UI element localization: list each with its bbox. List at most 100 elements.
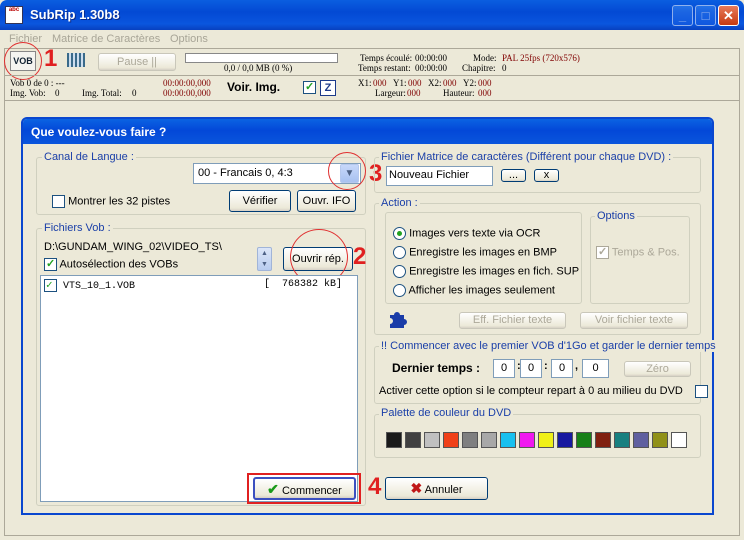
palette-swatch[interactable] xyxy=(424,432,440,448)
vob-spinner[interactable]: ▲ ▼ xyxy=(257,247,272,271)
cross-icon: ✖ xyxy=(410,480,423,496)
annuler-button[interactable]: ✖ Annuler xyxy=(385,477,488,500)
y1-value: 000 xyxy=(408,78,422,88)
palette-swatch[interactable] xyxy=(481,432,497,448)
palette-swatch[interactable] xyxy=(576,432,592,448)
x2-value: 000 xyxy=(443,78,457,88)
options-group xyxy=(590,216,690,304)
mode-value: PAL 25fps (720x576) xyxy=(502,53,580,63)
toolbar-separator-2 xyxy=(4,100,740,101)
img-total-label: Img. Total: xyxy=(82,88,122,98)
action-bmp[interactable]: Enregistre les images en BMP xyxy=(393,246,557,259)
temps-pos-row[interactable]: Temps & Pos. xyxy=(596,245,680,259)
autoselect-label: Autosélection des VOBs xyxy=(59,258,179,271)
menu-matrice[interactable]: Matrice de Caractères xyxy=(52,33,160,45)
annotation-1: 1 xyxy=(44,45,58,72)
commencer-vob-label: !! Commencer avec le premier VOB d'1Go e… xyxy=(379,340,718,352)
largeur-value: 000 xyxy=(407,88,421,98)
canal-selected: 00 - Francais 0, 4:3 xyxy=(198,167,293,179)
radio-sup[interactable] xyxy=(393,265,406,278)
dernier-temps-m[interactable]: 0 xyxy=(520,359,542,378)
palette-swatch[interactable] xyxy=(671,432,687,448)
radio-ocr[interactable] xyxy=(393,227,406,240)
reset-checkbox[interactable] xyxy=(695,385,709,398)
radio-show[interactable] xyxy=(393,284,406,297)
ouvr-ifo-button[interactable]: Ouvr. IFO xyxy=(297,190,356,212)
menu-options[interactable]: Options xyxy=(170,33,208,45)
palette-swatch[interactable] xyxy=(633,432,649,448)
toolbar-separator xyxy=(4,75,740,76)
matrice-input[interactable]: Nouveau Fichier xyxy=(386,166,493,186)
temps-ecoule-value: 00:00:00 xyxy=(415,53,448,63)
temps-restant-value: 00:00:00 xyxy=(415,63,448,73)
minimize-button[interactable]: _ xyxy=(672,5,693,26)
eff-fichier-button[interactable]: Eff. Fichier texte xyxy=(459,312,566,329)
app-icon[interactable]: abc xyxy=(5,6,23,24)
palette-swatch[interactable] xyxy=(462,432,478,448)
time-start: 00:00:00,000 xyxy=(163,78,211,88)
puzzle-icon[interactable] xyxy=(387,309,407,329)
dernier-temps-h[interactable]: 0 xyxy=(493,359,515,378)
palette-label: Palette de couleur du DVD xyxy=(379,407,514,419)
voir-fichier-button[interactable]: Voir fichier texte xyxy=(580,312,688,329)
progress-bar xyxy=(185,53,338,63)
chapitre-label: Chapitre: xyxy=(462,63,496,73)
palette-swatch[interactable] xyxy=(386,432,402,448)
palette-swatch[interactable] xyxy=(652,432,668,448)
chapitre-value: 0 xyxy=(502,63,507,73)
palette-swatch[interactable] xyxy=(443,432,459,448)
comma-sep: , xyxy=(575,360,579,372)
palette-swatch[interactable] xyxy=(500,432,516,448)
matrice-browse-button[interactable]: ... xyxy=(501,169,526,182)
annuler-label: Annuler xyxy=(424,484,463,496)
palette-swatch[interactable] xyxy=(519,432,535,448)
y1-label: Y1: xyxy=(393,78,407,88)
annotation-4: 4 xyxy=(368,473,382,500)
action-bmp-label: Enregistre les images en BMP xyxy=(409,246,558,259)
x2-label: X2: xyxy=(428,78,442,88)
pause-button[interactable]: Pause || xyxy=(98,53,176,71)
action-sup[interactable]: Enregistre les images en fich. SUP xyxy=(393,265,579,278)
img-total-value: 0 xyxy=(132,88,137,98)
temps-pos-checkbox[interactable] xyxy=(596,245,609,259)
hauteur-label: Hauteur: xyxy=(443,88,475,98)
palette-swatch[interactable] xyxy=(538,432,554,448)
matrice-label: Fichier Matrice de caractères (Différent… xyxy=(379,151,674,163)
matrix-icon[interactable] xyxy=(67,53,85,67)
z-button[interactable]: Z xyxy=(320,80,336,96)
autoselect-checkbox[interactable] xyxy=(44,257,57,271)
action-show-label: Afficher les images seulement xyxy=(408,284,555,297)
maximize-button[interactable]: □ xyxy=(695,5,716,26)
palette-swatch[interactable] xyxy=(595,432,611,448)
vob-item-name: VTS_10_1.VOB xyxy=(63,281,136,293)
zero-button[interactable]: Zéro xyxy=(624,361,691,377)
vob-item-checkbox[interactable] xyxy=(44,278,57,292)
y2-value: 000 xyxy=(478,78,492,88)
reset-note: Activer cette option si le compteur repa… xyxy=(379,385,683,397)
close-button[interactable]: ✕ xyxy=(718,5,739,26)
annotation-2: 2 xyxy=(353,243,367,270)
dernier-temps-label: Dernier temps : xyxy=(392,361,481,375)
canal-label: Canal de Langue : xyxy=(42,151,136,163)
show32-row[interactable]: Montrer les 32 pistes xyxy=(52,195,170,208)
vob-status: Vob 0 de 0 : --- xyxy=(10,78,65,88)
dernier-temps-s[interactable]: 0 xyxy=(551,359,573,378)
vob-list[interactable]: VTS_10_1.VOB [ 768382 kB] xyxy=(40,275,358,502)
options-label: Options xyxy=(595,210,637,222)
action-show[interactable]: Afficher les images seulement xyxy=(393,284,555,297)
action-ocr[interactable]: Images vers texte via OCR xyxy=(393,227,541,240)
matrice-clear-button[interactable]: x xyxy=(534,169,559,182)
verifier-button[interactable]: Vérifier xyxy=(229,190,291,212)
img-vob-value: 0 xyxy=(55,88,60,98)
palette-swatch[interactable] xyxy=(614,432,630,448)
dernier-temps-ms[interactable]: 0 xyxy=(582,359,609,378)
show32-checkbox[interactable] xyxy=(52,195,65,208)
autoselect-row[interactable]: Autosélection des VOBs xyxy=(44,257,179,271)
voir-img-checkbox[interactable] xyxy=(303,80,316,94)
temps-pos-label: Temps & Pos. xyxy=(611,246,680,259)
list-item[interactable]: VTS_10_1.VOB [ 768382 kB] xyxy=(44,278,354,293)
palette-swatch[interactable] xyxy=(557,432,573,448)
radio-bmp[interactable] xyxy=(393,246,406,259)
palette-swatch[interactable] xyxy=(405,432,421,448)
colon-2: : xyxy=(544,360,548,372)
